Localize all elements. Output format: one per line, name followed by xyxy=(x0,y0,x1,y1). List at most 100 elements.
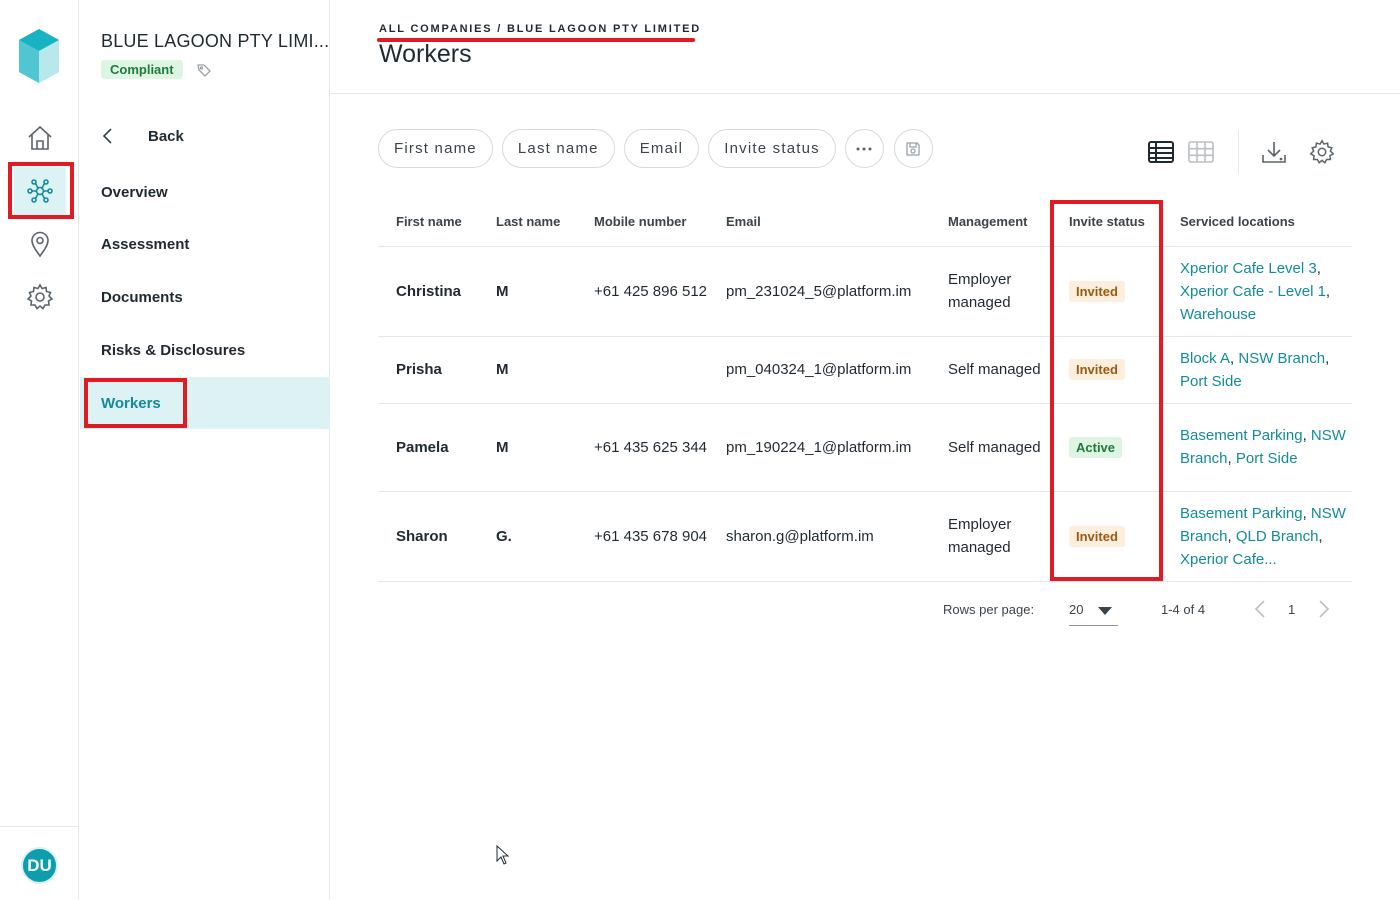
invite-status-badge: Invited xyxy=(1069,280,1125,302)
column-header-serviced-locations[interactable]: Serviced locations xyxy=(1162,198,1352,247)
table-view-button[interactable] xyxy=(1144,135,1178,169)
rows-per-page-label: Rows per page: xyxy=(943,602,1035,617)
cell-last-name: M xyxy=(478,336,576,404)
table-row[interactable]: Prisha M pm_040324_1@platform.im Self ma… xyxy=(378,336,1352,404)
grid-view-icon xyxy=(1188,141,1214,163)
location-link[interactable]: Port Side xyxy=(1236,450,1298,467)
filter-last-name[interactable]: Last name xyxy=(501,129,615,168)
location-link[interactable]: Xperior Cafe... xyxy=(1180,551,1277,568)
table-row[interactable]: Pamela M +61 435 625 344 pm_190224_1@pla… xyxy=(378,403,1352,492)
mouse-cursor-icon xyxy=(496,845,510,865)
subnav-item-documents[interactable]: Documents xyxy=(80,271,330,323)
filter-invite-status[interactable]: Invite status xyxy=(708,129,836,168)
rows-per-page-value: 20 xyxy=(1069,602,1084,617)
gear-icon xyxy=(1309,139,1335,164)
company-name: BLUE LAGOON PTY LIMI... xyxy=(101,31,330,51)
ellipsis-icon xyxy=(856,147,872,150)
cell-serviced-locations: Basement Parking, NSW Branch, Port Side xyxy=(1162,403,1352,492)
table-row[interactable]: Sharon G. +61 435 678 904 sharon.g@platf… xyxy=(378,491,1352,582)
pagination: Rows per page: 20 1-4 of 4 1 xyxy=(943,597,1343,627)
cell-management: Self managed xyxy=(930,336,1051,404)
annotation-underline-breadcrumb xyxy=(377,38,695,42)
table-settings-button[interactable] xyxy=(1305,135,1339,169)
column-header-management[interactable]: Management xyxy=(930,198,1051,247)
cell-mobile: +61 425 896 512 xyxy=(576,246,708,337)
cell-first-name: Prisha xyxy=(378,336,478,404)
grid-view-button[interactable] xyxy=(1184,135,1218,169)
cell-invite-status: Active xyxy=(1051,403,1162,492)
caret-down-icon xyxy=(1098,607,1112,615)
nav-network-icon[interactable] xyxy=(14,167,66,215)
cell-mobile xyxy=(576,336,708,404)
back-button[interactable]: Back xyxy=(101,126,184,146)
chevron-right-icon[interactable] xyxy=(1312,597,1334,621)
table-view-icon xyxy=(1148,141,1174,163)
nav-location-pin-icon[interactable] xyxy=(14,220,66,268)
page-header: ALL COMPANIES / BLUE LAGOON PTY LIMITED … xyxy=(331,0,1400,94)
location-link[interactable]: Xperior Cafe - Level 1 xyxy=(1180,283,1326,300)
location-link[interactable]: QLD Branch xyxy=(1236,528,1319,545)
invite-status-badge: Invited xyxy=(1069,359,1125,380)
chevron-left-icon[interactable] xyxy=(1250,597,1272,621)
back-label: Back xyxy=(148,127,184,145)
filter-first-name[interactable]: First name xyxy=(378,129,493,168)
column-header-email[interactable]: Email xyxy=(708,198,930,247)
cell-serviced-locations: Block A, NSW Branch, Port Side xyxy=(1162,336,1352,404)
icon-rail: DU xyxy=(0,0,79,900)
chevron-left-icon xyxy=(102,128,112,144)
tag-icon[interactable] xyxy=(196,62,212,78)
subnav-item-risks-disclosures[interactable]: Risks & Disclosures xyxy=(80,324,330,376)
location-link[interactable]: Warehouse xyxy=(1180,306,1256,323)
cell-email: pm_040324_1@platform.im xyxy=(708,336,930,404)
cell-first-name: Sharon xyxy=(378,491,478,582)
location-link[interactable]: Basement Parking xyxy=(1180,505,1303,522)
location-link[interactable]: NSW Branch xyxy=(1238,350,1325,367)
cell-management: Employer managed xyxy=(930,246,1051,337)
subnav-item-assessment[interactable]: Assessment xyxy=(80,218,330,270)
filter-bar: First name Last name Email Invite status xyxy=(378,129,943,168)
toolbar-divider xyxy=(1238,130,1239,174)
filter-email[interactable]: Email xyxy=(623,129,700,168)
subnav-item-workers[interactable]: Workers xyxy=(80,377,330,429)
cell-last-name: M xyxy=(478,246,576,337)
page-title: Workers xyxy=(379,40,472,68)
user-avatar[interactable]: DU xyxy=(21,847,58,884)
cell-invite-status: Invited xyxy=(1051,336,1162,404)
rows-per-page-select[interactable]: 20 xyxy=(1069,597,1118,626)
location-link[interactable]: Port Side xyxy=(1180,373,1242,390)
subnav-item-overview[interactable]: Overview xyxy=(80,166,330,218)
location-link[interactable]: Block A xyxy=(1180,350,1230,367)
cell-mobile: +61 435 678 904 xyxy=(576,491,708,582)
table-row[interactable]: Christina M +61 425 896 512 pm_231024_5@… xyxy=(378,246,1352,337)
cell-first-name: Pamela xyxy=(378,403,478,492)
page-range: 1-4 of 4 xyxy=(1161,602,1206,617)
cell-serviced-locations: Basement Parking, NSW Branch, QLD Branch… xyxy=(1162,491,1352,582)
column-header-first-name[interactable]: First name xyxy=(378,198,478,247)
cell-email: pm_190224_1@platform.im xyxy=(708,403,930,492)
column-header-invite-status[interactable]: Invite status xyxy=(1051,198,1162,247)
save-filter-button[interactable] xyxy=(893,129,933,168)
cell-last-name: M xyxy=(478,403,576,492)
save-icon xyxy=(906,141,921,156)
column-header-mobile-number[interactable]: Mobile number xyxy=(576,198,708,247)
location-link[interactable]: Xperior Cafe Level 3 xyxy=(1180,260,1317,277)
invite-status-badge: Active xyxy=(1069,436,1123,458)
column-header-last-name[interactable]: Last name xyxy=(478,198,576,247)
cell-mobile: +61 435 625 344 xyxy=(576,403,708,492)
cell-email: pm_231024_5@platform.im xyxy=(708,246,930,337)
breadcrumb[interactable]: ALL COMPANIES / BLUE LAGOON PTY LIMITED xyxy=(379,23,701,35)
more-filters-button[interactable] xyxy=(844,129,884,168)
cell-email: sharon.g@platform.im xyxy=(708,491,930,582)
cell-management: Self managed xyxy=(930,403,1051,492)
nav-home-icon[interactable] xyxy=(14,114,66,162)
cell-invite-status: Invited xyxy=(1051,246,1162,337)
table-header-row: First name Last name Mobile number Email… xyxy=(378,198,1352,247)
cell-serviced-locations: Xperior Cafe Level 3, Xperior Cafe - Lev… xyxy=(1162,246,1352,337)
download-button[interactable] xyxy=(1257,135,1291,169)
cell-first-name: Christina xyxy=(378,246,478,337)
location-link[interactable]: Basement Parking xyxy=(1180,427,1303,444)
compliance-status-badge: Compliant xyxy=(101,60,183,79)
nav-gear-icon[interactable] xyxy=(14,273,66,321)
app-logo xyxy=(19,29,59,83)
cell-invite-status: Invited xyxy=(1051,491,1162,582)
